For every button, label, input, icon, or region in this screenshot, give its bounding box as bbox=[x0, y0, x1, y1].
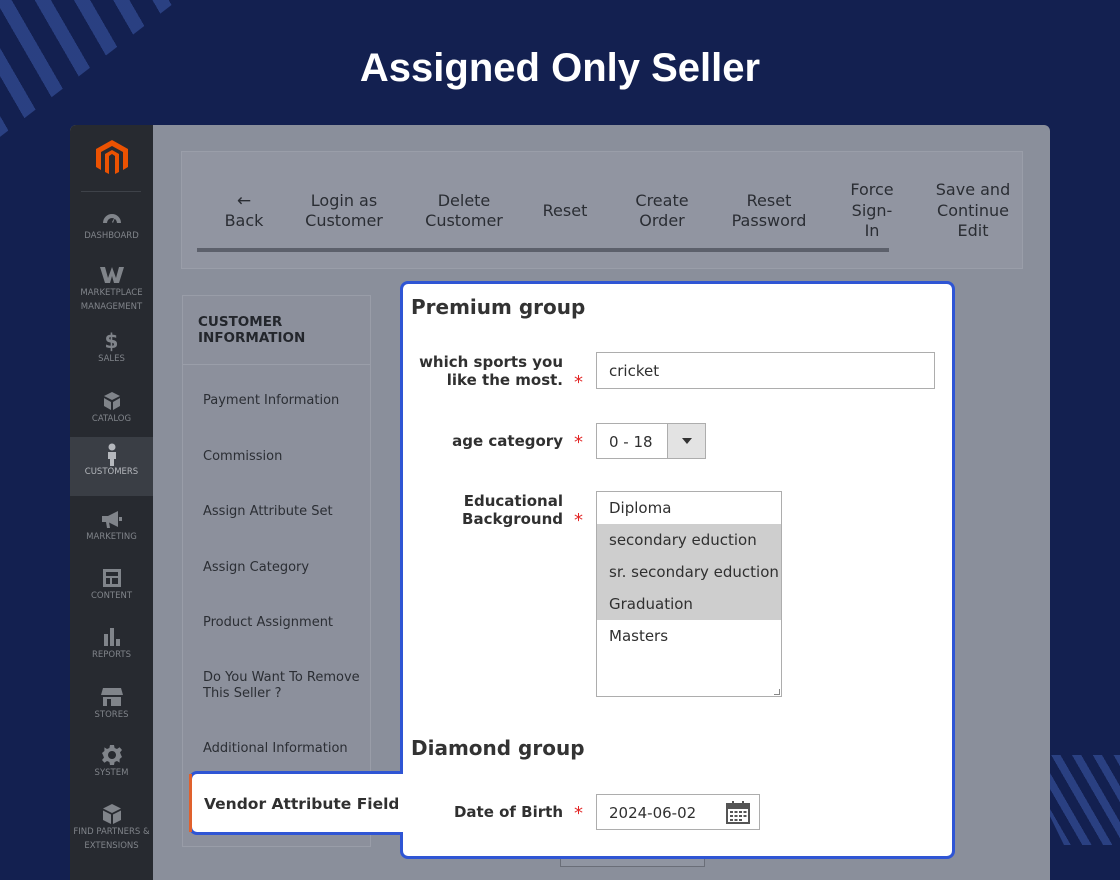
admin-sidebar: DASHBOARD MARKETPLACE MANAGEMENT $ SALES… bbox=[70, 125, 153, 880]
tab-connector bbox=[398, 774, 406, 832]
nav-sales[interactable]: $ SALES bbox=[70, 324, 153, 382]
option-secondary-eduction[interactable]: secondary eduction bbox=[597, 524, 781, 556]
tabs-heading: CUSTOMER INFORMATION bbox=[198, 314, 306, 346]
person-icon bbox=[107, 443, 116, 466]
sports-input[interactable]: cricket bbox=[596, 352, 935, 389]
delete-customer-button[interactable]: Delete Customer bbox=[414, 152, 514, 270]
tab-assign-attribute-set[interactable]: Assign Attribute Set bbox=[203, 504, 333, 520]
tab-remove-seller[interactable]: Do You Want To Remove This Seller ? bbox=[203, 670, 360, 702]
megaphone-icon bbox=[101, 511, 122, 528]
nav-marketplace-management[interactable]: MARKETPLACE MANAGEMENT bbox=[70, 258, 153, 316]
age-category-value: 0 - 18 bbox=[609, 433, 653, 451]
option-sr-secondary-eduction[interactable]: sr. secondary eduction bbox=[597, 556, 781, 588]
page-actions-toolbar: ← Back Login as Customer Delete Customer… bbox=[181, 151, 1023, 269]
educational-background-label: Educational Background bbox=[462, 492, 563, 528]
force-sign-in-button[interactable]: Force Sign- In bbox=[832, 152, 912, 270]
date-of-birth-input[interactable]: 2024-06-02 bbox=[596, 794, 760, 830]
gear-icon bbox=[101, 745, 122, 765]
store-icon bbox=[100, 688, 123, 706]
active-tab-accent bbox=[189, 774, 192, 832]
date-of-birth-label: Date of Birth bbox=[453, 803, 563, 821]
nav-catalog[interactable]: CATALOG bbox=[70, 384, 153, 442]
date-of-birth-value: 2024-06-02 bbox=[609, 804, 697, 822]
save-and-continue-button[interactable]: Save and Continue Edit bbox=[927, 152, 1019, 270]
caret-down-icon bbox=[681, 438, 692, 444]
marketplace-icon bbox=[99, 267, 124, 283]
create-order-button[interactable]: Create Order bbox=[622, 152, 702, 270]
nav-reports[interactable]: REPORTS bbox=[70, 620, 153, 678]
arrow-left-icon: ← bbox=[236, 190, 252, 211]
tab-product-assignment[interactable]: Product Assignment bbox=[203, 615, 333, 631]
nav-stores[interactable]: STORES bbox=[70, 680, 153, 738]
nav-dashboard[interactable]: DASHBOARD bbox=[70, 201, 153, 259]
required-mark: * bbox=[574, 372, 583, 393]
educational-background-multiselect[interactable]: Diploma secondary eduction sr. secondary… bbox=[596, 491, 782, 697]
nav-content[interactable]: CONTENT bbox=[70, 561, 153, 619]
option-diploma[interactable]: Diploma bbox=[597, 492, 781, 524]
dashboard-icon bbox=[102, 214, 121, 223]
bar-chart-icon bbox=[103, 628, 120, 646]
resize-handle[interactable] bbox=[774, 689, 780, 695]
age-category-select[interactable]: 0 - 18 bbox=[596, 423, 706, 459]
toolbar-underline bbox=[197, 248, 889, 252]
back-button[interactable]: ← Back bbox=[204, 152, 284, 270]
premium-group-title: Premium group bbox=[411, 295, 586, 319]
sports-field-label: which sports you like the most. bbox=[419, 353, 563, 389]
tab-additional-information[interactable]: Additional Information bbox=[203, 741, 348, 757]
diamond-group-title: Diamond group bbox=[411, 736, 585, 760]
magento-logo-icon[interactable] bbox=[92, 137, 132, 177]
layout-icon bbox=[102, 569, 121, 587]
nav-marketing[interactable]: MARKETING bbox=[70, 502, 153, 560]
reset-button[interactable]: Reset bbox=[530, 152, 600, 270]
required-mark: * bbox=[574, 432, 583, 453]
reset-password-button[interactable]: Reset Password bbox=[719, 152, 819, 270]
required-mark: * bbox=[574, 803, 583, 824]
box-icon bbox=[103, 392, 120, 410]
nav-find-partners[interactable]: FIND PARTNERS & EXTENSIONS bbox=[70, 797, 153, 861]
dropdown-button[interactable] bbox=[667, 424, 705, 458]
nav-system[interactable]: SYSTEM bbox=[70, 738, 153, 796]
option-graduation[interactable]: Graduation bbox=[597, 588, 781, 620]
nav-customers[interactable]: CUSTOMERS bbox=[70, 437, 153, 496]
divider bbox=[183, 364, 370, 365]
tab-assign-category[interactable]: Assign Category bbox=[203, 560, 309, 576]
customer-information-tabs: CUSTOMER INFORMATION Payment Information… bbox=[182, 295, 371, 847]
required-mark: * bbox=[574, 510, 583, 531]
page-headline: Assigned Only Seller bbox=[359, 46, 761, 90]
calendar-icon[interactable] bbox=[726, 801, 750, 824]
dollar-icon: $ bbox=[104, 329, 119, 353]
tab-vendor-attribute-fields-label: Vendor Attribute Fields bbox=[204, 795, 409, 813]
option-masters[interactable]: Masters bbox=[597, 620, 781, 652]
cube-icon bbox=[102, 804, 121, 824]
tab-payment-information[interactable]: Payment Information bbox=[203, 393, 339, 409]
divider bbox=[81, 191, 141, 192]
age-category-label: age category bbox=[452, 432, 563, 450]
tab-commission[interactable]: Commission bbox=[203, 449, 282, 465]
login-as-customer-button[interactable]: Login as Customer bbox=[294, 152, 394, 270]
